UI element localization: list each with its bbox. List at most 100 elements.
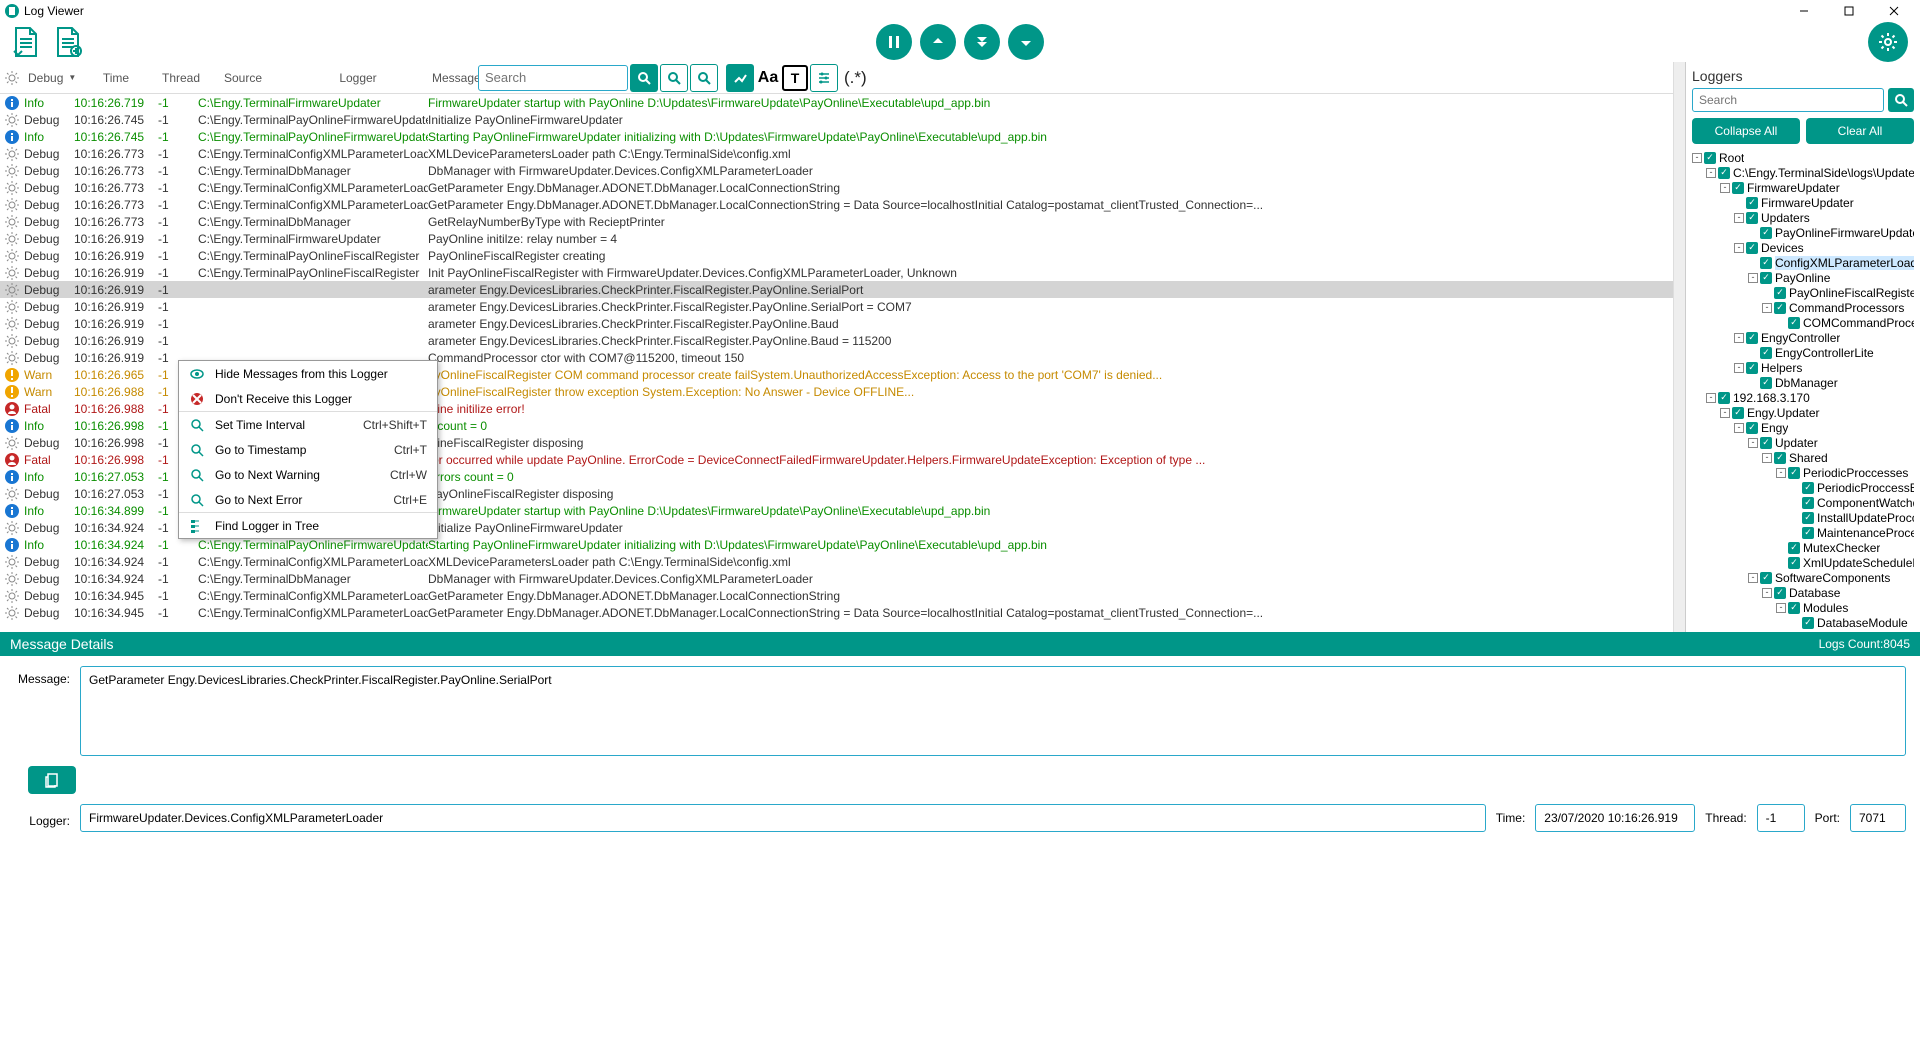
expand-icon[interactable] [1748, 378, 1758, 388]
tree-node[interactable]: -192.168.3.170 [1692, 390, 1914, 405]
checkbox-icon[interactable] [1802, 497, 1814, 509]
log-row[interactable]: Debug10:16:26.773-1C:\Engy.TerminalSDbMa… [0, 213, 1673, 230]
scrollbar-track[interactable] [1673, 62, 1685, 632]
tree-node[interactable]: -Helpers [1692, 360, 1914, 375]
tree-node[interactable]: MaintenanceProcess [1692, 525, 1914, 540]
log-row[interactable]: Info10:16:26.719-1C:\Engy.TerminalSFirmw… [0, 94, 1673, 111]
expand-icon[interactable] [1776, 558, 1786, 568]
checkbox-icon[interactable] [1802, 617, 1814, 629]
tree-node[interactable]: COMCommandProcessor [1692, 315, 1914, 330]
expand-icon[interactable]: - [1748, 273, 1758, 283]
expand-icon[interactable]: - [1734, 213, 1744, 223]
tree-node[interactable]: ConfigXMLParameterLoader [1692, 255, 1914, 270]
tree-node[interactable]: -FirmwareUpdater [1692, 180, 1914, 195]
tree-node[interactable]: DatabaseModule [1692, 615, 1914, 630]
expand-icon[interactable]: - [1734, 333, 1744, 343]
checkbox-icon[interactable] [1802, 512, 1814, 524]
checkbox-icon[interactable] [1746, 422, 1758, 434]
log-row[interactable]: Debug10:16:26.919-1C:\Engy.TerminalSPayO… [0, 247, 1673, 264]
log-row[interactable]: Debug10:16:26.919-1arameter Engy.Devices… [0, 281, 1673, 298]
expand-icon[interactable] [1790, 498, 1800, 508]
tree-node[interactable]: PeriodicProccessBase [1692, 480, 1914, 495]
checkbox-icon[interactable] [1760, 347, 1772, 359]
ctx-item[interactable]: Don't Receive this Logger [179, 386, 437, 411]
level-filter[interactable]: Debug▼ [24, 71, 74, 85]
whole-word-toggle[interactable]: T [782, 65, 808, 91]
open-file-icon[interactable] [8, 24, 46, 60]
tree-node[interactable]: -Shared [1692, 450, 1914, 465]
log-row[interactable]: Debug10:16:26.919-1arameter Engy.Devices… [0, 332, 1673, 349]
tree-node[interactable]: -C:\Engy.TerminalSide\logs\Updater\Firmw… [1692, 165, 1914, 180]
checkbox-icon[interactable] [1732, 182, 1744, 194]
tree-node[interactable]: -PeriodicProccesses [1692, 465, 1914, 480]
expand-icon[interactable]: - [1706, 393, 1716, 403]
expand-icon[interactable] [1790, 483, 1800, 493]
checkbox-icon[interactable] [1746, 362, 1758, 374]
log-row[interactable]: Debug10:16:26.773-1C:\Engy.TerminalSConf… [0, 196, 1673, 213]
case-sensitive-toggle[interactable]: Aa [754, 64, 782, 92]
checkbox-icon[interactable] [1760, 437, 1772, 449]
ctx-item[interactable]: Set Time IntervalCtrl+Shift+T [179, 412, 437, 437]
checkbox-icon[interactable] [1788, 557, 1800, 569]
expand-icon[interactable]: - [1748, 573, 1758, 583]
pause-button[interactable] [876, 24, 912, 60]
tree-node[interactable]: -Database [1692, 585, 1914, 600]
logger-search-button[interactable] [1888, 88, 1914, 112]
log-row[interactable]: Debug10:16:26.919-1arameter Engy.Devices… [0, 298, 1673, 315]
expand-icon[interactable] [1776, 543, 1786, 553]
checkbox-icon[interactable] [1760, 272, 1772, 284]
expand-icon[interactable]: - [1762, 588, 1772, 598]
tree-node[interactable]: -EngyController [1692, 330, 1914, 345]
log-row[interactable]: Debug10:16:26.919-1arameter Engy.Devices… [0, 315, 1673, 332]
options-button[interactable] [810, 64, 838, 92]
expand-icon[interactable]: - [1762, 303, 1772, 313]
open-file-alt-icon[interactable] [50, 24, 88, 60]
tree-node[interactable]: DbManager [1692, 375, 1914, 390]
ctx-item[interactable]: Go to TimestampCtrl+T [179, 437, 437, 462]
checkbox-icon[interactable] [1704, 152, 1716, 164]
tree-node[interactable]: PayOnlineFiscalRegister [1692, 285, 1914, 300]
scroll-down-button[interactable] [1008, 24, 1044, 60]
tree-node[interactable]: XmlUpdateScheduleManag [1692, 555, 1914, 570]
checkbox-icon[interactable] [1746, 332, 1758, 344]
checkbox-icon[interactable] [1760, 377, 1772, 389]
log-row[interactable]: Debug10:16:26.773-1C:\Engy.TerminalSConf… [0, 179, 1673, 196]
checkbox-icon[interactable] [1760, 257, 1772, 269]
checkbox-icon[interactable] [1802, 527, 1814, 539]
message-value[interactable]: GetParameter Engy.DevicesLibraries.Check… [80, 666, 1906, 756]
expand-icon[interactable]: - [1706, 168, 1716, 178]
time-value[interactable] [1535, 804, 1695, 832]
expand-icon[interactable]: - [1776, 603, 1786, 613]
log-row[interactable]: Debug10:16:34.945-1C:\Engy.TerminalSConf… [0, 604, 1673, 621]
expand-icon[interactable]: - [1692, 153, 1702, 163]
log-row[interactable]: Debug10:16:26.773-1C:\Engy.TerminalSDbMa… [0, 162, 1673, 179]
col-source[interactable]: Source [198, 71, 288, 85]
checkbox-icon[interactable] [1732, 407, 1744, 419]
tree-node[interactable]: PayOnlineFirmwareUpdater [1692, 225, 1914, 240]
checkbox-icon[interactable] [1788, 317, 1800, 329]
tree-node[interactable]: -SoftwareComponents [1692, 570, 1914, 585]
tree-node[interactable]: -Root [1692, 150, 1914, 165]
tree-node[interactable]: MutexChecker [1692, 540, 1914, 555]
maximize-button[interactable] [1826, 0, 1871, 22]
log-row[interactable]: Debug10:16:26.919-1C:\Engy.TerminalSPayO… [0, 264, 1673, 281]
search-next-button[interactable] [690, 64, 718, 92]
message-search-input[interactable] [478, 65, 628, 91]
ctx-item[interactable]: Go to Next WarningCtrl+W [179, 462, 437, 487]
log-row[interactable]: Debug10:16:26.745-1C:\Engy.TerminalSPayO… [0, 111, 1673, 128]
expand-icon[interactable]: - [1734, 363, 1744, 373]
ctx-item[interactable]: Hide Messages from this Logger [179, 361, 437, 386]
tree-node[interactable]: -Engy.Updater [1692, 405, 1914, 420]
log-row[interactable]: Debug10:16:26.919-1C:\Engy.TerminalSFirm… [0, 230, 1673, 247]
logger-tree[interactable]: -Root-C:\Engy.TerminalSide\logs\Updater\… [1692, 150, 1914, 632]
checkbox-icon[interactable] [1746, 197, 1758, 209]
ctx-item[interactable]: Find Logger in Tree [179, 513, 437, 538]
tree-node[interactable]: -Updaters [1692, 210, 1914, 225]
expand-icon[interactable]: - [1762, 453, 1772, 463]
checkbox-icon[interactable] [1788, 542, 1800, 554]
collapse-all-button[interactable]: Collapse All [1692, 118, 1800, 144]
logger-value[interactable] [80, 804, 1486, 832]
search-button[interactable] [630, 64, 658, 92]
tree-node[interactable]: -PayOnline [1692, 270, 1914, 285]
log-row[interactable]: Debug10:16:26.773-1C:\Engy.TerminalSConf… [0, 145, 1673, 162]
